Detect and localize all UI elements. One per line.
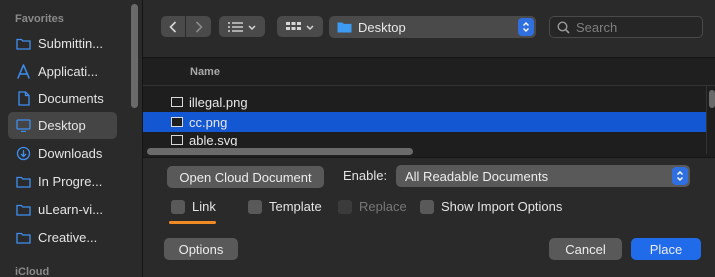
checkbox-box[interactable] <box>248 199 262 214</box>
checkbox-box <box>338 199 352 214</box>
search-input[interactable] <box>576 19 696 35</box>
cancel-button[interactable]: Cancel <box>549 238 622 260</box>
file-name: illegal.png <box>189 94 248 110</box>
checkbox-box[interactable] <box>420 199 434 214</box>
sidebar-item-label: Applicati... <box>38 64 98 79</box>
image-file-icon <box>171 117 183 127</box>
replace-checkbox: Replace <box>338 199 407 214</box>
sidebar-item-ulearn[interactable]: uLearn-vi... <box>8 196 117 223</box>
location-label: Desktop <box>358 19 406 35</box>
sidebar-item-label: Creative... <box>38 230 98 245</box>
sidebar: Favorites Submittin... Applicati... Docu… <box>0 0 143 277</box>
file-row[interactable]: cc.png <box>143 112 707 132</box>
sidebar-item-documents[interactable]: Documents <box>8 85 117 112</box>
folder-icon <box>337 22 352 33</box>
image-file-icon <box>171 97 183 107</box>
document-icon <box>16 91 31 106</box>
folder-icon <box>16 36 31 51</box>
download-icon <box>16 146 31 161</box>
list-vertical-track <box>706 86 707 154</box>
favorites-heading: Favorites <box>15 13 64 25</box>
sidebar-item-downloads[interactable]: Downloads <box>8 140 117 167</box>
grid-view-icon <box>286 21 314 30</box>
sidebar-item-desktop[interactable]: Desktop <box>8 112 117 139</box>
sidebar-item-label: Desktop <box>38 118 86 133</box>
back-button[interactable] <box>161 16 186 37</box>
file-name: able.svg <box>189 134 238 146</box>
column-header-label: Name <box>190 66 220 78</box>
sidebar-item-creative[interactable]: Creative... <box>8 224 117 251</box>
forward-button[interactable] <box>186 16 211 37</box>
folder-icon <box>16 230 31 245</box>
options-button[interactable]: Options <box>164 238 238 260</box>
enable-popup[interactable]: All Readable Documents <box>396 165 690 187</box>
sidebar-item-label: Documents <box>38 91 104 106</box>
column-header-name[interactable]: Name <box>143 59 715 86</box>
search-field[interactable] <box>549 16 703 38</box>
chevron-updown-icon <box>518 18 534 36</box>
file-name: cc.png <box>189 114 228 130</box>
chevron-right-icon <box>195 20 203 33</box>
sidebar-item-label: uLearn-vi... <box>38 202 104 217</box>
image-file-icon <box>171 135 183 145</box>
list-view-button[interactable] <box>219 16 265 37</box>
grid-view-button[interactable] <box>277 16 323 37</box>
icloud-heading: iCloud <box>15 266 50 277</box>
sidebar-item-in-progress[interactable]: In Progre... <box>8 168 117 195</box>
sidebar-item-applications[interactable]: Applicati... <box>8 58 117 85</box>
toolbar: Desktop <box>143 0 715 58</box>
checkbox-label: Template <box>269 199 322 214</box>
sidebar-item-submitting[interactable]: Submittin... <box>8 30 117 57</box>
folder-icon <box>16 174 31 189</box>
enable-label: Enable: <box>343 168 388 183</box>
checkbox-label: Replace <box>359 199 407 214</box>
list-horizontal-scrollbar[interactable] <box>147 148 413 155</box>
list-vertical-scrollbar[interactable] <box>709 90 715 108</box>
nav-back-forward <box>161 16 211 37</box>
search-icon <box>557 20 570 34</box>
enable-value: All Readable Documents <box>405 168 549 184</box>
checkbox-box[interactable] <box>171 199 185 214</box>
location-popup[interactable]: Desktop <box>329 16 536 38</box>
template-checkbox[interactable]: Template <box>248 199 322 214</box>
folder-icon <box>16 202 31 217</box>
file-row[interactable]: able.svg <box>143 134 707 146</box>
link-focus-underline <box>169 221 216 224</box>
chevron-updown-icon <box>672 167 688 185</box>
sidebar-item-label: In Progre... <box>38 174 103 189</box>
options-panel: Open Cloud Document Enable: All Readable… <box>143 157 715 277</box>
show-import-options-checkbox[interactable]: Show Import Options <box>420 199 562 214</box>
checkbox-label: Show Import Options <box>441 199 563 214</box>
desktop-icon <box>16 118 31 133</box>
file-row[interactable]: illegal.png <box>143 92 707 112</box>
list-view-icon <box>228 21 256 32</box>
sidebar-item-label: Downloads <box>38 146 103 161</box>
open-cloud-document-button[interactable]: Open Cloud Document <box>167 166 324 188</box>
checkbox-label: Link <box>192 199 216 214</box>
sidebar-item-label: Submittin... <box>38 36 104 51</box>
chevron-left-icon <box>169 20 177 33</box>
sidebar-scrollbar[interactable] <box>131 4 138 108</box>
place-button[interactable]: Place <box>631 238 701 260</box>
link-checkbox[interactable]: Link <box>171 199 216 214</box>
applications-icon <box>16 64 31 79</box>
